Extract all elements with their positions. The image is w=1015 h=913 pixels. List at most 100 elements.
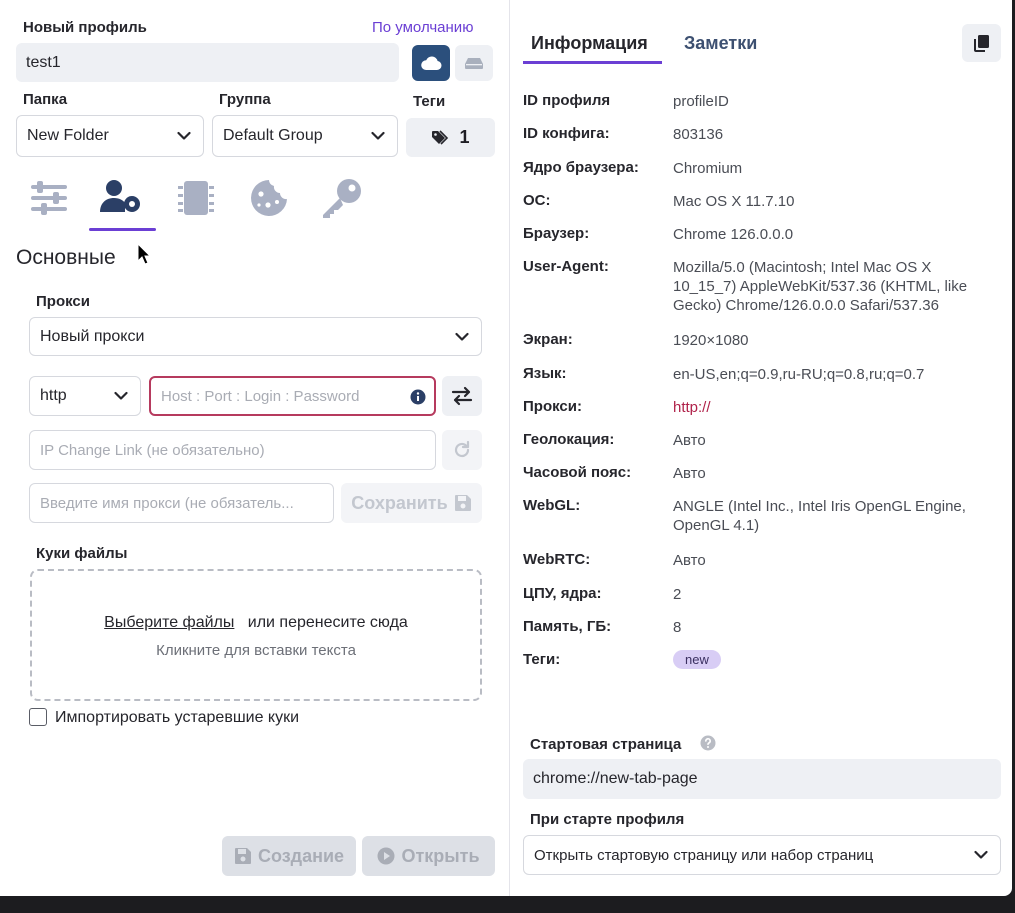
copy-info-button[interactable] bbox=[962, 24, 1001, 62]
help-icon[interactable] bbox=[700, 735, 716, 751]
import-old-label: Импортировать устаревшие куки bbox=[55, 709, 300, 726]
chevron-down-icon bbox=[114, 391, 128, 400]
copy-icon bbox=[973, 35, 989, 52]
ip-change-field[interactable] bbox=[40, 441, 435, 459]
profile-name-field[interactable]: test1 bbox=[16, 43, 399, 82]
swap-button[interactable] bbox=[442, 376, 482, 416]
folder-value: New Folder bbox=[27, 127, 109, 144]
info-key: WebGL: bbox=[523, 497, 581, 514]
info-value: 1920×1080 bbox=[673, 332, 749, 349]
proxy-name-field[interactable] bbox=[40, 494, 333, 512]
create-label: Создание bbox=[257, 845, 345, 866]
info-value: profileID bbox=[673, 93, 729, 110]
on-start-label: При старте профиля bbox=[530, 811, 685, 828]
proxy-host-field[interactable] bbox=[161, 387, 404, 405]
group-value: Default Group bbox=[223, 127, 323, 144]
proxy-host-input[interactable] bbox=[149, 376, 436, 416]
info-key: WebRTC: bbox=[523, 551, 591, 568]
tab-hardware[interactable] bbox=[176, 178, 216, 218]
save-proxy-label: Сохранить bbox=[351, 492, 448, 513]
cookies-dropzone[interactable]: Выберите файлы или перенесите сюда Кликн… bbox=[30, 569, 482, 701]
default-link[interactable]: По умолчанию bbox=[372, 19, 473, 36]
click-paste-text[interactable]: Кликните для вставки текста bbox=[32, 642, 480, 659]
ip-change-input[interactable] bbox=[29, 430, 436, 470]
start-page-value: chrome://new-tab-page bbox=[533, 770, 698, 787]
tab-cookies[interactable] bbox=[248, 178, 290, 218]
protocol-select[interactable]: http bbox=[29, 376, 141, 416]
info-value: http:// bbox=[673, 399, 711, 416]
cookie-icon bbox=[251, 180, 287, 216]
info-value: Chrome 126.0.0.0 bbox=[673, 226, 794, 243]
info-value: Авто bbox=[673, 552, 706, 569]
create-button[interactable]: Создание bbox=[222, 836, 356, 876]
panel-divider bbox=[509, 0, 510, 896]
on-start-value: Открыть стартовую страницу или набор стр… bbox=[534, 846, 874, 864]
chevron-down-icon bbox=[455, 332, 469, 341]
info-tab-underline bbox=[523, 61, 662, 64]
cloud-icon bbox=[421, 56, 442, 70]
tab-passwords[interactable] bbox=[320, 176, 364, 220]
group-select[interactable]: Default Group bbox=[212, 115, 398, 157]
info-value: ANGLE (Intel Inc., Intel Iris OpenGL Eng… bbox=[673, 498, 966, 534]
save-proxy-button[interactable]: Сохранить bbox=[341, 483, 482, 523]
info-value: en-US,en;q=0.9,ru-RU;q=0.8,ru;q=0.7 bbox=[673, 366, 925, 383]
info-key: ID конфига: bbox=[523, 125, 610, 142]
on-start-select[interactable]: Открыть стартовую страницу или набор стр… bbox=[523, 835, 1001, 875]
user-gear-icon bbox=[100, 180, 140, 212]
info-key: Часовой пояс: bbox=[523, 464, 632, 481]
cookies-label: Куки файлы bbox=[36, 545, 128, 562]
active-tab-indicator bbox=[89, 228, 156, 231]
or-drop-text: или перенесите сюда bbox=[247, 614, 408, 631]
proxy-name-input[interactable] bbox=[29, 483, 334, 523]
mouse-cursor-icon bbox=[137, 243, 151, 265]
section-title: Основные bbox=[16, 246, 116, 269]
info-key: Память, ГБ: bbox=[523, 618, 612, 635]
start-page-input[interactable]: chrome://new-tab-page bbox=[523, 759, 1001, 799]
tag-icon bbox=[432, 129, 449, 145]
folder-select[interactable]: New Folder bbox=[16, 115, 204, 157]
refresh-button[interactable] bbox=[442, 430, 482, 470]
info-icon[interactable] bbox=[410, 389, 426, 405]
group-label: Группа bbox=[219, 91, 271, 108]
folder-label: Папка bbox=[23, 91, 68, 108]
chevron-down-icon bbox=[177, 131, 191, 140]
info-key: Геолокация: bbox=[523, 431, 615, 448]
info-key: Ядро браузера: bbox=[523, 159, 639, 176]
chip-icon bbox=[178, 181, 214, 215]
info-key: Экран: bbox=[523, 331, 573, 348]
tag-badge: new bbox=[673, 650, 721, 669]
tab-basic[interactable] bbox=[98, 176, 148, 220]
info-key: Прокси: bbox=[523, 398, 582, 415]
open-label: Открыть bbox=[401, 845, 480, 866]
info-value: 2 bbox=[673, 586, 682, 603]
info-key: ЦПУ, ядра: bbox=[523, 585, 602, 602]
profile-label: Новый профиль bbox=[23, 19, 147, 36]
dropzone-text: Выберите файлы или перенесите сюда bbox=[32, 614, 480, 632]
info-key: Теги: bbox=[523, 651, 561, 668]
swap-icon bbox=[451, 386, 473, 406]
tags-button[interactable]: 1 bbox=[406, 118, 495, 157]
proxy-select-value: Новый прокси bbox=[40, 327, 145, 345]
tags-count: 1 bbox=[459, 127, 470, 147]
hdd-icon bbox=[465, 58, 483, 69]
profile-name-value: test1 bbox=[26, 53, 61, 71]
info-key: Браузер: bbox=[523, 225, 590, 242]
proxy-select[interactable]: Новый прокси bbox=[29, 317, 482, 356]
play-icon bbox=[377, 847, 395, 865]
open-button[interactable]: Открыть bbox=[362, 836, 495, 876]
import-old-checkbox[interactable] bbox=[29, 708, 47, 726]
choose-files-link[interactable]: Выберите файлы bbox=[104, 614, 234, 631]
proxy-label: Прокси bbox=[36, 293, 90, 310]
info-value: Mozilla/5.0 (Macintosh; Intel Mac OS X 1… bbox=[673, 259, 968, 314]
tab-settings[interactable] bbox=[29, 178, 69, 218]
info-value: 803136 bbox=[673, 126, 724, 143]
protocol-value: http bbox=[40, 387, 67, 404]
info-key: ОС: bbox=[523, 192, 551, 209]
tab-info[interactable]: Информация bbox=[531, 33, 648, 54]
key-icon bbox=[323, 179, 361, 218]
info-value: Mac OS X 11.7.10 bbox=[673, 193, 795, 210]
local-storage-button[interactable] bbox=[455, 45, 493, 81]
tags-label: Теги bbox=[413, 93, 446, 110]
cloud-storage-button[interactable] bbox=[412, 45, 450, 81]
tab-notes[interactable]: Заметки bbox=[684, 33, 757, 54]
